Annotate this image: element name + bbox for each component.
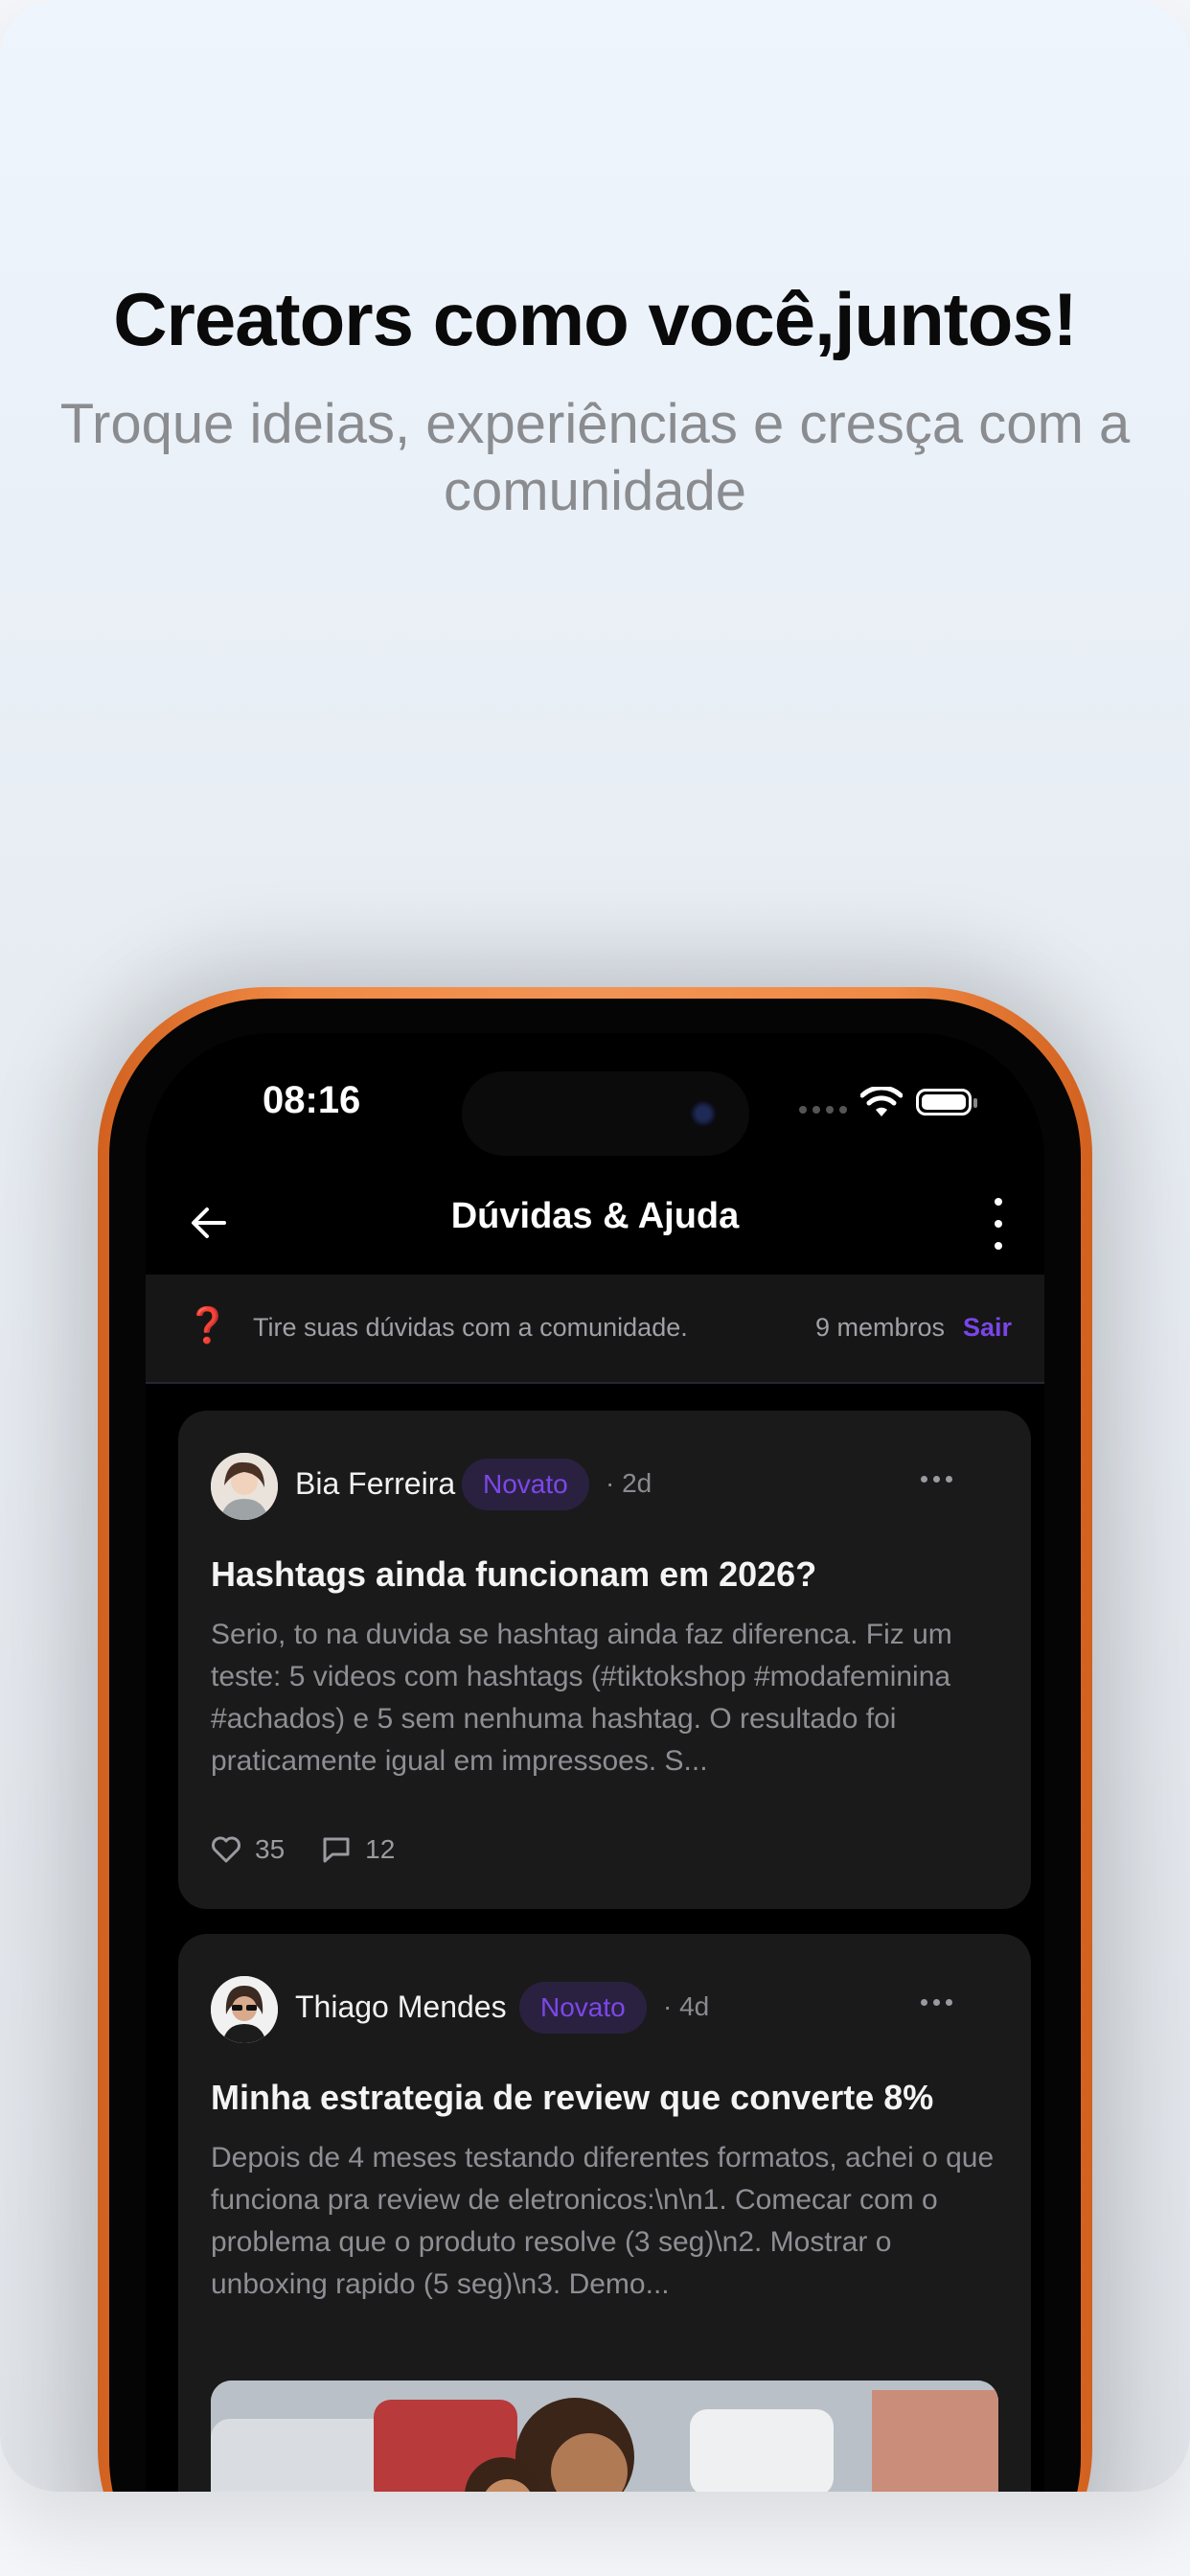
page-title: Dúvidas & Ajuda: [450, 1196, 740, 1236]
post-card[interactable]: Bia Ferreira Novato · 2d Hashtags ainda …: [178, 1411, 1031, 1909]
post-card[interactable]: Thiago Mendes Novato · 4d Minha estrateg…: [178, 1934, 1031, 2492]
author-name[interactable]: Bia Ferreira: [295, 1466, 455, 1502]
banner-text: Tire suas dúvidas com a comunidade.: [253, 1313, 688, 1342]
post-body: Depois de 4 meses testando diferentes fo…: [211, 2142, 995, 2300]
heart-icon: [212, 1836, 240, 1863]
like-count: 35: [255, 1834, 286, 1864]
phone-screen: 08:16 Dúvidas & Ajuda ❓ Tire suas dúvida…: [146, 1033, 1044, 2492]
post-title: Hashtags ainda funcionam em 2026?: [211, 1554, 817, 1594]
status-time: 08:16: [263, 1079, 361, 1121]
more-horizontal-icon[interactable]: [921, 1476, 952, 1483]
marketing-headline: Creators como você,juntos!: [113, 277, 1078, 361]
post-age: · 2d: [606, 1468, 652, 1498]
phone-bezel: 08:16 Dúvidas & Ajuda ❓ Tire suas dúvida…: [109, 999, 1081, 2492]
question-mark-icon: ❓: [186, 1305, 229, 1345]
status-bar: 08:16: [146, 1033, 1044, 1167]
wifi-icon: [860, 1087, 903, 1116]
leave-button[interactable]: Sair: [963, 1313, 1012, 1343]
phone-frame: 08:16 Dúvidas & Ajuda ❓ Tire suas dúvida…: [98, 987, 1092, 2492]
battery-icon: [916, 1089, 977, 1116]
comment-button[interactable]: 12: [321, 1834, 395, 1865]
post-image[interactable]: [211, 2380, 998, 2492]
post-title: Minha estrategia de review que converte …: [211, 2078, 934, 2117]
comment-icon: [323, 1837, 350, 1863]
marketing-card: Creators como você,juntos! Troque ideias…: [0, 0, 1190, 2492]
community-banner: ❓ Tire suas dúvidas com a comunidade. 9 …: [146, 1275, 1044, 1384]
comment-count: 12: [365, 1834, 396, 1864]
camera-icon: [690, 1100, 717, 1127]
more-vertical-icon[interactable]: [979, 1198, 1018, 1250]
avatar[interactable]: [211, 1976, 278, 2043]
rank-badge: Novato: [519, 1982, 647, 2034]
like-button[interactable]: 35: [211, 1834, 285, 1865]
nav-bar: Dúvidas & Ajuda: [146, 1167, 1044, 1273]
post-header: Thiago Mendes Novato · 4d: [211, 1976, 1006, 2043]
post-body: Serio, to na duvida se hashtag ainda faz…: [211, 1619, 952, 1777]
more-horizontal-icon[interactable]: [921, 1999, 952, 2006]
post-stats: 35 12: [211, 1834, 416, 1865]
rank-badge: Novato: [462, 1459, 589, 1510]
avatar[interactable]: [211, 1453, 278, 1520]
marketing-subline: Troque ideias, experiências e cresça com…: [59, 393, 1131, 522]
author-name[interactable]: Thiago Mendes: [295, 1990, 507, 2025]
post-age: · 4d: [663, 1991, 710, 2021]
member-count: 9 membros: [814, 1313, 945, 1342]
post-header: Bia Ferreira Novato · 2d: [211, 1453, 1006, 1520]
signal-icon: [799, 1106, 847, 1114]
